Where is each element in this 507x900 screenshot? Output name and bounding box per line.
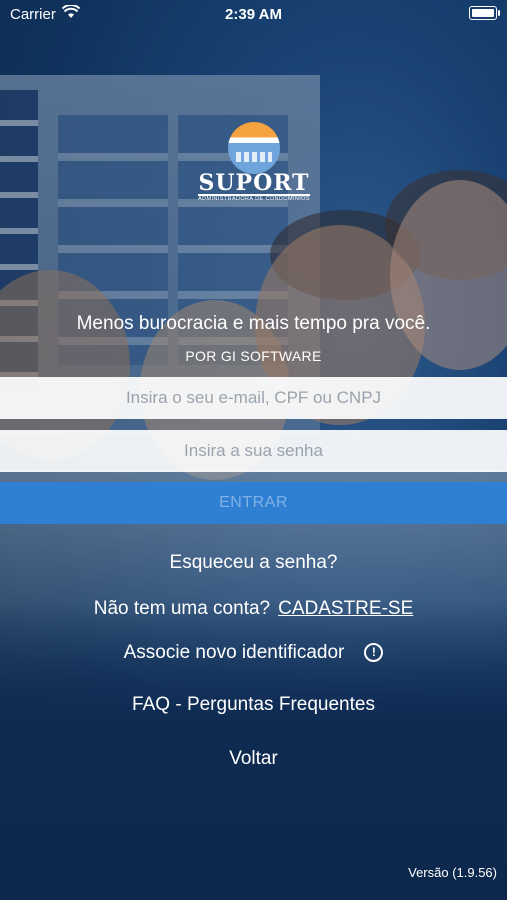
no-account-label: Não tem uma conta? xyxy=(93,598,271,619)
tagline: Menos burocracia e mais tempo pra você. xyxy=(76,313,431,334)
forgot-password-link[interactable]: Esqueceu a senha? xyxy=(0,552,507,574)
email-cpf-cnpj-input[interactable] xyxy=(0,377,507,419)
clock: 2:39 AM xyxy=(225,6,282,23)
brand-subtitle: ADMINISTRADORA DE CONDOMÍNIOS xyxy=(198,196,310,202)
status-bar: Carrier 2:39 AM xyxy=(0,0,507,28)
battery-icon xyxy=(469,6,500,20)
faq-link[interactable]: FAQ - Perguntas Frequentes xyxy=(0,694,507,716)
byline: POR GI SOFTWARE xyxy=(185,348,322,364)
enter-button[interactable]: ENTRAR xyxy=(0,482,507,524)
associate-identifier-row[interactable]: Associe novo identificador! xyxy=(0,642,507,664)
no-account-row: Não tem uma conta? CADASTRE-SE xyxy=(0,598,507,620)
signup-link[interactable]: CADASTRE-SE xyxy=(278,598,413,619)
associate-identifier-label[interactable]: Associe novo identificador xyxy=(124,642,345,663)
version-label: Versão (1.9.56) xyxy=(408,865,497,880)
password-input[interactable] xyxy=(0,430,507,472)
back-link[interactable]: Voltar xyxy=(0,748,507,770)
brand-name: SUPORT xyxy=(198,170,310,196)
suport-logo-icon xyxy=(228,122,280,174)
info-icon[interactable]: ! xyxy=(364,643,384,662)
